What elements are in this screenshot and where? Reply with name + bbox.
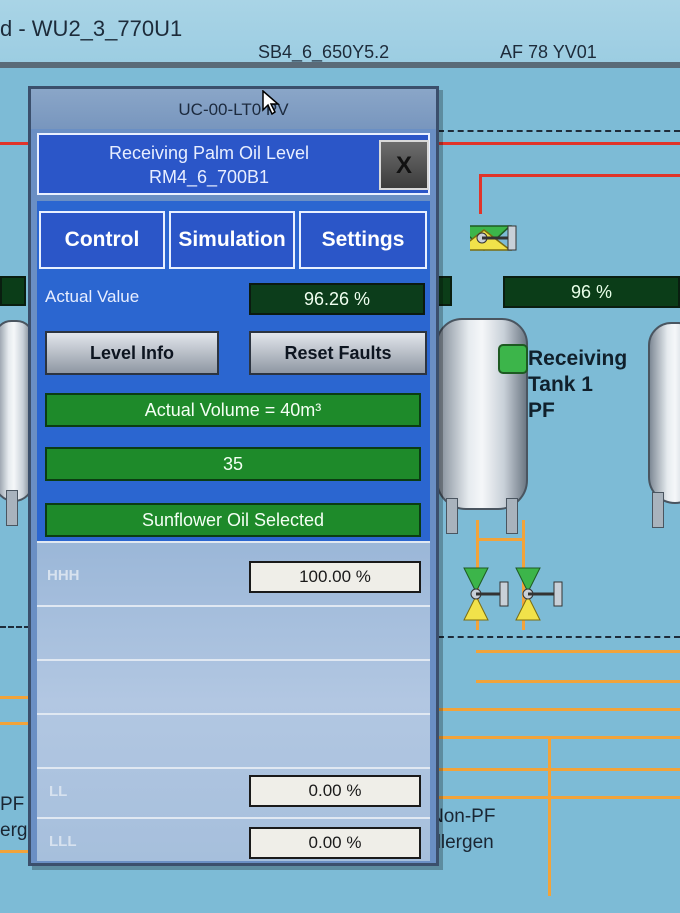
lll-label: LLL — [49, 833, 77, 850]
separator — [37, 605, 430, 607]
ll-limit-input[interactable]: 0.00 % — [249, 775, 421, 807]
dashed-divider — [438, 636, 680, 638]
left-value-box — [0, 276, 26, 306]
right-tank[interactable] — [648, 322, 680, 504]
left-label-pf: PF — [0, 794, 25, 815]
tank-label-line1: Receiving — [528, 347, 628, 370]
count-bar: 35 — [45, 447, 421, 481]
mouse-cursor-icon — [262, 90, 280, 116]
orange-pipe — [0, 722, 30, 725]
dashed-divider — [438, 130, 680, 132]
tab-settings[interactable]: Settings — [299, 211, 427, 269]
tank-leg — [446, 498, 458, 534]
orange-pipe — [548, 736, 551, 896]
separator — [37, 817, 430, 819]
tank-level-readout[interactable]: 96 % — [503, 276, 680, 308]
tank-leg — [652, 492, 664, 528]
separator — [37, 659, 430, 661]
tank-label-line2: Tank 1 — [528, 373, 593, 396]
tab-simulation[interactable]: Simulation — [169, 211, 295, 269]
tank-status-indicator — [498, 344, 528, 374]
faceplate-title-bar[interactable]: UC-00-LT0 PV — [31, 89, 436, 129]
hhh-label: HHH — [47, 567, 80, 584]
reset-faults-button[interactable]: Reset Faults — [249, 331, 427, 375]
faceplate-header: Receiving Palm Oil Level RM4_6_700B1 X — [37, 133, 430, 195]
orange-pipe — [476, 680, 680, 683]
tank-label-line3: PF — [528, 399, 555, 422]
dashed-divider — [0, 626, 30, 628]
orange-pipe — [476, 650, 680, 653]
close-button[interactable]: X — [379, 140, 429, 190]
orange-pipe — [0, 850, 30, 853]
actual-value-label: Actual Value — [45, 287, 140, 306]
orange-pipe — [438, 768, 680, 771]
valve-icon[interactable] — [512, 562, 568, 626]
instrument-description: Receiving Palm Oil Level — [108, 143, 310, 163]
faceplate-body: Control Simulation Settings Actual Value… — [37, 201, 430, 861]
level-faceplate-window[interactable]: UC-00-LT0 PV Receiving Palm Oil Level RM… — [28, 86, 439, 866]
header-tag-left: SB4_6_650Y5.2 — [258, 42, 390, 62]
separator — [37, 713, 430, 715]
valve-icon[interactable] — [470, 208, 522, 272]
hhh-limit-input[interactable]: 100.00 % — [249, 561, 421, 593]
actual-value-readout: 96.26 % — [249, 283, 425, 315]
actual-volume-bar: Actual Volume = 40m³ — [45, 393, 421, 427]
tank-label: Receiving Tank 1 PF — [528, 346, 627, 424]
orange-pipe — [438, 736, 680, 739]
lll-limit-input[interactable]: 0.00 % — [249, 827, 421, 859]
instrument-tag: RM4_6_700B1 — [148, 167, 270, 187]
header-bar: d - WU2_3_770U1 SB4_6_650Y5.2 AF 78 YV01 — [0, 0, 680, 62]
alarm-line — [480, 174, 680, 177]
product-selected-bar: Sunflower Oil Selected — [45, 503, 421, 537]
nonpf-label-line1: Non-PF — [430, 806, 496, 827]
tab-control[interactable]: Control — [39, 211, 165, 269]
level-info-button[interactable]: Level Info — [45, 331, 219, 375]
alarm-line — [438, 142, 680, 145]
separator — [37, 767, 430, 769]
header-tag-right: AF 78 YV01 — [500, 42, 597, 62]
orange-pipe — [438, 708, 680, 711]
tank-leg — [6, 490, 18, 526]
alarm-line — [0, 142, 30, 145]
valve-icon[interactable] — [460, 562, 512, 626]
orange-pipe — [438, 796, 680, 799]
ll-label: LL — [49, 783, 68, 800]
window-title: d - WU2_3_770U1 — [0, 16, 183, 41]
orange-pipe — [476, 538, 525, 541]
tank-leg — [506, 498, 518, 534]
orange-pipe — [0, 696, 30, 699]
